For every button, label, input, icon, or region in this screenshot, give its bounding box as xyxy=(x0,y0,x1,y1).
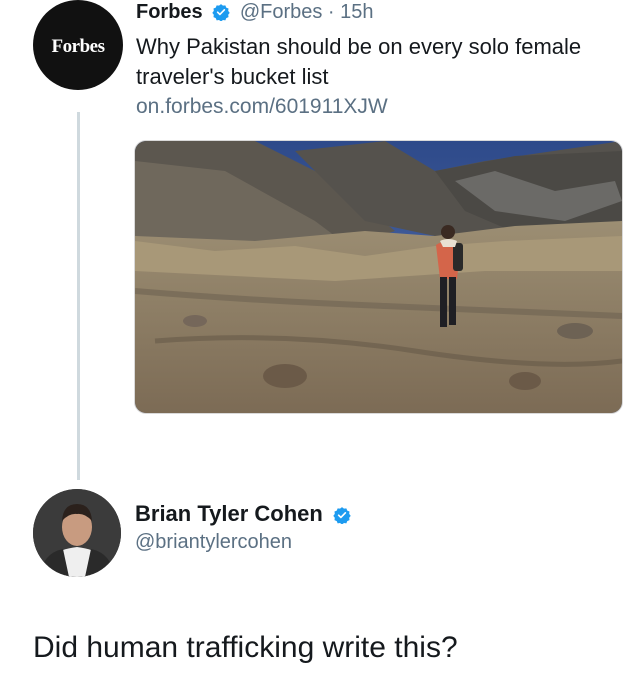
forbes-avatar[interactable]: Forbes xyxy=(33,0,123,90)
tweet-header: Forbes @Forbes · 15h xyxy=(136,0,636,24)
tweet-photo[interactable] xyxy=(134,140,623,414)
author-name[interactable]: Forbes xyxy=(136,1,203,23)
tweet-card: Forbes Forbes @Forbes · 15h Why Pakistan… xyxy=(0,0,643,673)
reply-author-name[interactable]: Brian Tyler Cohen xyxy=(135,501,323,526)
tweet-text: Why Pakistan should be on every solo fem… xyxy=(136,34,582,89)
author-handle-time[interactable]: @Forbes · 15h xyxy=(240,1,374,23)
brian-tyler-cohen-avatar[interactable] xyxy=(33,489,121,577)
verified-badge-icon xyxy=(333,507,351,524)
thread-line xyxy=(77,112,80,480)
tweet-link[interactable]: on.forbes.com/601911XJW xyxy=(136,92,636,122)
verified-badge-icon xyxy=(212,4,230,21)
mountain-valley-image xyxy=(135,141,622,413)
reply-text: Did human trafficking write this? xyxy=(33,631,458,664)
reply-author-handle[interactable]: @briantylercohen xyxy=(135,528,355,556)
reply-tweet-header[interactable]: Brian Tyler Cohen @briantylercohen xyxy=(135,500,355,556)
original-tweet[interactable]: Forbes @Forbes · 15h Why Pakistan should… xyxy=(136,0,636,122)
forbes-avatar-text: Forbes xyxy=(51,36,105,57)
profile-photo xyxy=(33,489,121,577)
reply-author-row: Brian Tyler Cohen xyxy=(135,500,355,528)
